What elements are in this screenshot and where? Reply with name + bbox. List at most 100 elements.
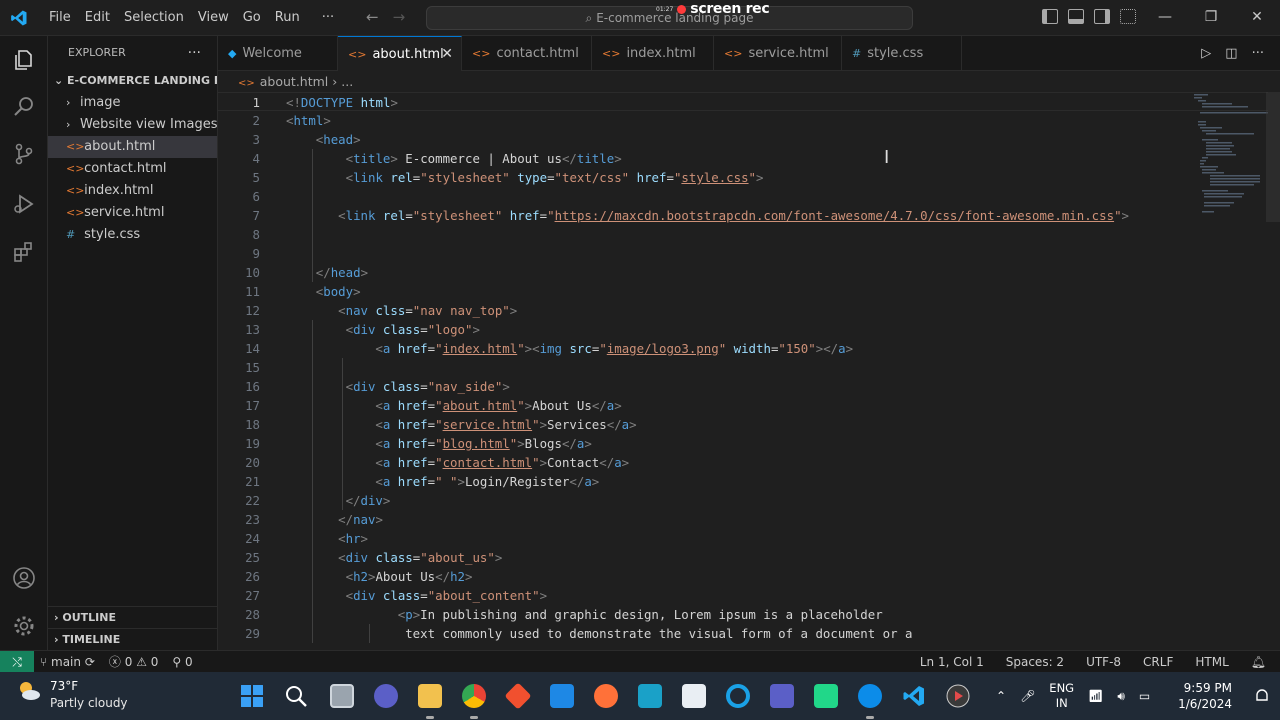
code-line[interactable]: 18 <a href="service.html">Services</a> (218, 415, 1268, 434)
more-actions-icon[interactable]: ··· (188, 36, 201, 70)
code-line[interactable]: 16 <div class="nav_side"> (218, 377, 1268, 396)
code-line[interactable]: 27 <div class="about_content"> (218, 586, 1268, 605)
menu-run[interactable]: Run (268, 0, 307, 36)
ports-status[interactable]: ⚲ 0 (172, 651, 192, 673)
tree-item-contact-html[interactable]: <> contact.html (48, 158, 217, 180)
cursor-position[interactable]: Ln 1, Col 1 (920, 651, 984, 673)
code-line[interactable]: 26 <h2>About Us</h2> (218, 567, 1268, 586)
breadcrumb-file[interactable]: about.html (260, 74, 329, 89)
code-line[interactable]: 3 <head> (218, 130, 1268, 149)
accounts-icon[interactable] (12, 566, 36, 590)
tab-about-html[interactable]: <> about.html ✕ (338, 36, 462, 71)
remote-indicator-icon[interactable]: ⤭ (0, 651, 34, 673)
store-app-icon[interactable] (550, 684, 574, 708)
extensions-icon[interactable] (12, 240, 36, 264)
close-window-icon[interactable]: ✕ (1234, 0, 1280, 34)
explorer-files-icon[interactable] (12, 48, 36, 72)
code-line[interactable]: 25 <div class="about_us"> (218, 548, 1268, 567)
vscode-taskbar-icon[interactable] (902, 684, 926, 708)
code-line[interactable]: 21 <a href=" ">Login/Register</a> (218, 472, 1268, 491)
edge-icon[interactable] (858, 684, 882, 719)
timeline-section[interactable]: › TIMELINE (48, 628, 218, 650)
git-icon[interactable] (504, 682, 532, 710)
l-app-icon[interactable] (638, 684, 662, 708)
tree-item-index-html[interactable]: <> index.html (48, 180, 217, 202)
tab-contact-html[interactable]: <> contact.html (462, 36, 592, 71)
code-line[interactable]: 13 <div class="logo"> (218, 320, 1268, 339)
branch-status[interactable]: ⑂ main ⟳ (40, 651, 95, 673)
code-line[interactable]: 1 <!DOCTYPE html> (218, 92, 1268, 111)
run-debug-icon[interactable] (12, 192, 36, 216)
microsoft-store-icon[interactable] (682, 684, 706, 708)
weather-widget[interactable]: 73°F Partly cloudy (16, 678, 128, 712)
back-arrow-icon[interactable]: ← (366, 8, 379, 26)
code-line[interactable]: 22 </div> (218, 491, 1268, 510)
notification-center-icon[interactable] (1254, 688, 1270, 704)
code-line[interactable]: 20 <a href="contact.html">Contact</a> (218, 453, 1268, 472)
tree-item-website-view-images[interactable]: › Website view Images (48, 114, 218, 136)
indentation[interactable]: Spaces: 2 (1006, 651, 1064, 673)
system-clock[interactable]: 9:59 PM 1/6/2024 (1178, 680, 1232, 712)
notifications-bell-icon[interactable]: 🔔︎ (1251, 651, 1266, 673)
tree-item-about-html[interactable]: <> about.html (48, 136, 217, 158)
restore-icon[interactable]: ❐ (1188, 0, 1234, 34)
code-line[interactable]: 10 </head> (218, 263, 1268, 282)
forward-arrow-icon[interactable]: → (393, 8, 406, 26)
minimize-icon[interactable]: — (1142, 0, 1188, 34)
code-line[interactable]: 6 (218, 187, 1268, 206)
code-line[interactable]: 28 <p>In publishing and graphic design, L… (218, 605, 1268, 624)
more-actions-icon[interactable]: ··· (1252, 46, 1264, 61)
teams-icon[interactable] (770, 684, 794, 708)
language-mode[interactable]: HTML (1195, 651, 1228, 673)
outline-section[interactable]: › OUTLINE (48, 606, 218, 628)
cortana-icon[interactable] (726, 684, 750, 708)
microphone-icon[interactable]: 🎤︎ (1020, 689, 1035, 703)
code-line[interactable]: 29 text commonly used to demonstrate the … (218, 624, 1268, 643)
menu-view[interactable]: View (191, 0, 236, 36)
screen-recorder-icon[interactable] (946, 684, 970, 708)
code-line[interactable]: 12 <nav clss="nav nav_top"> (218, 301, 1268, 320)
code-line[interactable]: 7 <link rel="stylesheet" href="https://ma… (218, 206, 1268, 225)
menu-selection[interactable]: Selection (117, 0, 191, 36)
code-line[interactable]: 17 <a href="about.html">About Us</a> (218, 396, 1268, 415)
menu-file[interactable]: File (42, 0, 78, 36)
code-line[interactable]: 11 <body> (218, 282, 1268, 301)
customize-layout-icon[interactable] (1120, 9, 1136, 24)
code-line[interactable]: 5 <link rel="stylesheet" type="text/css" … (218, 168, 1268, 187)
toggle-primary-sidebar-icon[interactable] (1042, 9, 1058, 24)
tab-style-css[interactable]: # style.css (842, 36, 962, 71)
tree-item-service-html[interactable]: <> service.html (48, 202, 217, 224)
code-line[interactable]: 19 <a href="blog.html">Blogs</a> (218, 434, 1268, 453)
breadcrumb-more[interactable]: ... (341, 74, 353, 89)
toggle-panel-icon[interactable] (1068, 9, 1084, 24)
volume-icon[interactable]: 🔊︎ (1117, 689, 1125, 704)
problems-status[interactable]: ⓧ 0 ⚠ 0 (109, 651, 159, 673)
tree-item-style-css[interactable]: # style.css (48, 224, 217, 246)
search-activity-icon[interactable] (12, 94, 36, 118)
end-of-line[interactable]: CRLF (1143, 651, 1173, 673)
code-line[interactable]: 4 <title> E-commerce | About us</title> (218, 149, 1268, 168)
show-hidden-icons-icon[interactable]: ⌃ (996, 689, 1006, 703)
close-tab-icon[interactable]: ✕ (441, 37, 453, 72)
workspace-folder[interactable]: ⌄ E-COMMERCE LANDING P... (48, 70, 217, 92)
battery-icon[interactable]: ▭ (1139, 689, 1150, 703)
teams-chat-icon[interactable] (374, 684, 398, 708)
code-line[interactable]: 8 (218, 225, 1268, 244)
tree-item-image-folder[interactable]: › image (48, 92, 217, 114)
minimap[interactable] (1192, 92, 1270, 232)
search-icon[interactable] (284, 684, 308, 708)
manage-gear-icon[interactable] (12, 614, 36, 638)
toggle-secondary-sidebar-icon[interactable] (1094, 9, 1110, 24)
code-editor[interactable]: 1 <!DOCTYPE html> 2 <html> 3 <head> 4 <title> E… (218, 92, 1280, 650)
tab-service-html[interactable]: <> service.html (714, 36, 842, 71)
file-explorer-icon[interactable] (418, 684, 442, 719)
wifi-icon[interactable]: 📶︎ (1088, 689, 1103, 703)
input-language[interactable]: ENG IN (1049, 681, 1074, 711)
tab-index-html[interactable]: <> index.html (592, 36, 714, 71)
run-icon[interactable]: ▷ (1201, 46, 1211, 61)
editor-scrollbar[interactable] (1266, 92, 1280, 222)
windows-start-icon[interactable] (240, 684, 264, 708)
menu-edit[interactable]: Edit (78, 0, 117, 36)
task-view-icon[interactable] (330, 684, 354, 708)
encoding[interactable]: UTF-8 (1086, 651, 1121, 673)
